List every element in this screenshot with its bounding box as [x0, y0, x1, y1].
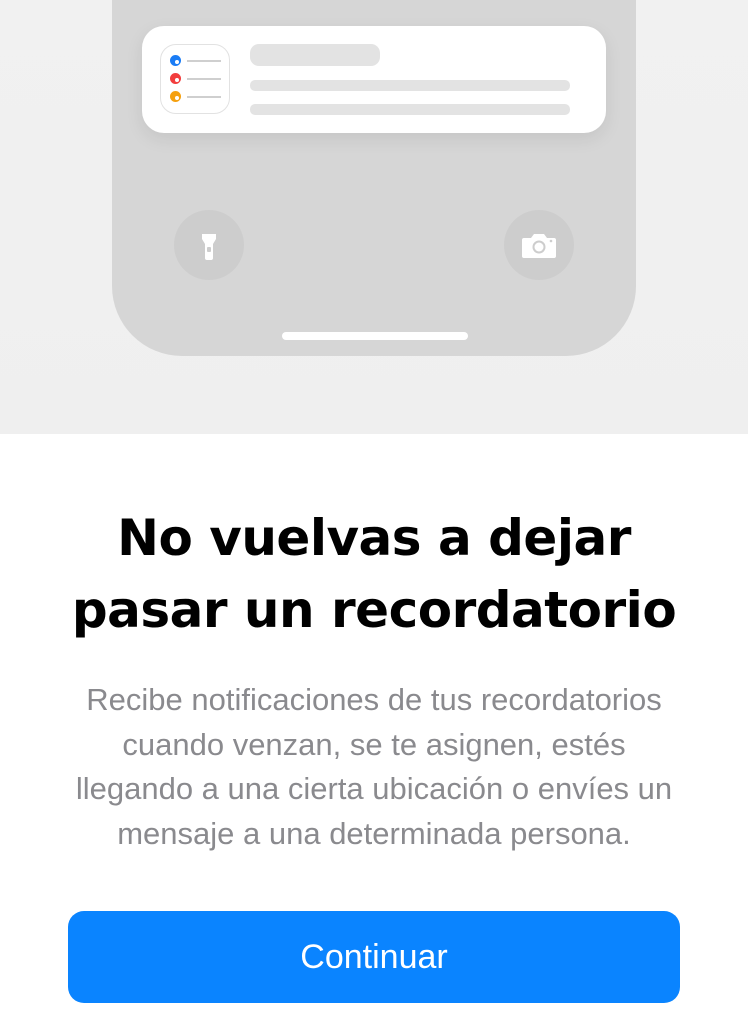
title-line: No vuelvas a dejar — [117, 509, 631, 567]
continue-button[interactable]: Continuar — [68, 911, 680, 1003]
description-line: mensaje a una determinada persona. — [117, 815, 631, 851]
reminder-row — [170, 55, 222, 66]
reminder-notification-card — [142, 26, 606, 133]
notification-body-placeholder — [250, 104, 570, 115]
blue-reminder-dot — [170, 55, 181, 66]
reminder-line — [187, 78, 221, 80]
home-indicator — [282, 332, 468, 340]
camera-icon — [522, 234, 556, 258]
reminders-app-icon — [160, 44, 230, 114]
reminder-line — [187, 96, 221, 98]
reminder-row — [170, 91, 222, 102]
reminder-row — [170, 73, 222, 84]
continue-button-label: Continuar — [300, 937, 448, 976]
notification-body-placeholder — [250, 80, 570, 91]
description-line: Recibe notificaciones de tus recordatori… — [86, 682, 662, 717]
reminder-line — [187, 60, 221, 62]
camera-button — [504, 210, 574, 280]
onboarding-illustration — [0, 0, 748, 434]
description-line: cuando venzan, se te asignen, estés — [122, 726, 626, 762]
description-text: Recibe notificaciones de tus recordatori… — [30, 678, 718, 856]
orange-reminder-dot — [170, 91, 181, 102]
red-reminder-dot — [170, 73, 181, 84]
notification-title-placeholder — [250, 44, 380, 66]
flashlight-button — [174, 210, 244, 280]
flashlight-icon — [202, 234, 216, 260]
page-title: No vuelvas a dejar pasar un recordatorio — [0, 502, 748, 646]
description-line: llegando a una cierta ubicación o envíes… — [75, 771, 673, 806]
title-line: pasar un recordatorio — [71, 581, 677, 639]
